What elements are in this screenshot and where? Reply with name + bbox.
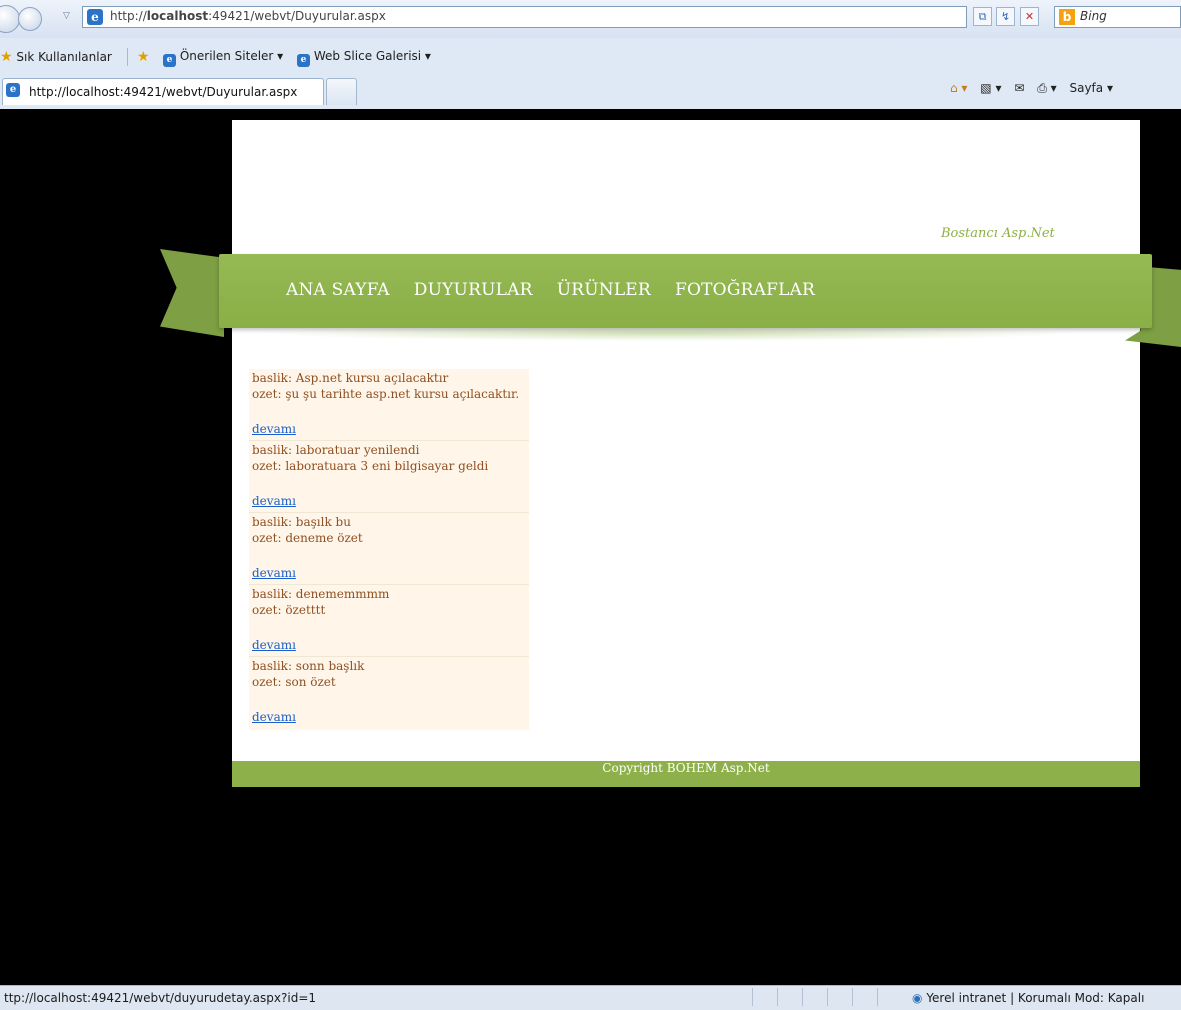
announcement-summary: ozet: son özet xyxy=(252,675,336,689)
status-url: ttp://localhost:49421/webvt/duyurudetay.… xyxy=(4,991,317,1005)
ie-icon: e xyxy=(163,54,176,67)
divider xyxy=(127,48,128,66)
web-slice-gallery-link[interactable]: e Web Slice Galerisi ▾ xyxy=(297,49,431,67)
announcement-summary: ozet: deneme özet xyxy=(252,531,363,545)
mail-icon[interactable]: ✉ xyxy=(1014,81,1024,95)
list-item: baslik: Asp.net kursu açılacaktır ozet: … xyxy=(249,369,529,441)
announcement-summary: ozet: özetttt xyxy=(252,603,326,617)
footer: Copyright BOHEM Asp.Net xyxy=(232,761,1140,787)
read-more-link[interactable]: devamı xyxy=(252,494,296,508)
tab-row: e http://localhost:49421/webvt/Duyurular… xyxy=(0,75,1181,107)
print-icon[interactable]: ⎙ ▾ xyxy=(1037,81,1056,95)
read-more-link[interactable]: devamı xyxy=(252,638,296,652)
new-tab-button[interactable] xyxy=(326,78,357,105)
announcement-title: baslik: başılk bu xyxy=(252,515,351,529)
announcement-summary: ozet: laboratuara 3 eni bilgisayar geldi xyxy=(252,459,489,473)
url-text[interactable]: http://localhost:49421/webvt/Duyurular.a… xyxy=(110,9,386,23)
site-title: Bostancı Asp.Net xyxy=(941,226,1055,241)
browser-chrome: ▽ e http://localhost:49421/webvt/Duyurul… xyxy=(0,0,1181,109)
address-row: ▽ e http://localhost:49421/webvt/Duyurul… xyxy=(0,0,1181,38)
tab-active[interactable]: e http://localhost:49421/webvt/Duyurular… xyxy=(2,78,324,105)
menu-item-ana-sayfa[interactable]: ANA SAYFA xyxy=(286,280,390,300)
security-zone[interactable]: ◉ Yerel intranet | Korumalı Mod: Kapalı xyxy=(912,991,1144,1005)
announcement-list: baslik: Asp.net kursu açılacaktır ozet: … xyxy=(249,369,529,730)
read-more-link[interactable]: devamı xyxy=(252,566,296,580)
ie-icon: e xyxy=(6,83,20,97)
favorites-bar: ★ Sık Kullanılanlar ★ e Önerilen Siteler… xyxy=(0,43,1181,71)
ie-icon: e xyxy=(297,54,310,67)
search-box[interactable]: b Bing xyxy=(1054,6,1181,28)
tab-title: http://localhost:49421/webvt/Duyurular.a… xyxy=(29,85,298,99)
menu-item-fotograflar[interactable]: FOTOĞRAFLAR xyxy=(675,280,815,300)
announcement-summary: ozet: şu şu tarihte asp.net kursu açılac… xyxy=(252,387,520,401)
list-item: baslik: laboratuar yenilendi ozet: labor… xyxy=(249,441,529,513)
ie-icon: e xyxy=(87,9,103,25)
address-bar[interactable]: e http://localhost:49421/webvt/Duyurular… xyxy=(82,6,1037,28)
refresh-icon[interactable]: ↯ xyxy=(996,7,1015,26)
page-menu[interactable]: Sayfa ▾ xyxy=(1069,81,1113,95)
nav-ribbon: ANA SAYFA DUYURULAR ÜRÜNLER FOTOĞRAFLAR xyxy=(219,254,1152,328)
bing-icon: b xyxy=(1059,9,1075,25)
announcement-title: baslik: denememmmm xyxy=(252,587,390,601)
announcement-title: baslik: laboratuar yenilendi xyxy=(252,443,420,457)
forward-icon[interactable] xyxy=(18,7,42,31)
feeds-icon[interactable]: ▧ ▾ xyxy=(980,81,1001,95)
menu-item-duyurular[interactable]: DUYURULAR xyxy=(414,280,533,300)
home-icon[interactable]: ⌂ ▾ xyxy=(950,81,967,95)
list-item: baslik: sonn başlık ozet: son özet devam… xyxy=(249,657,529,729)
status-panels xyxy=(752,988,902,1008)
read-more-link[interactable]: devamı xyxy=(252,710,296,724)
globe-icon: ◉ xyxy=(912,991,923,1005)
status-bar: ttp://localhost:49421/webvt/duyurudetay.… xyxy=(0,985,1181,1010)
read-more-link[interactable]: devamı xyxy=(252,422,296,436)
back-icon[interactable] xyxy=(0,5,20,33)
recent-pages-dropdown-icon[interactable]: ▽ xyxy=(63,11,70,21)
announcement-title: baslik: Asp.net kursu açılacaktır xyxy=(252,371,449,385)
search-placeholder[interactable]: Bing xyxy=(1080,9,1107,23)
favorites-button[interactable]: ★ Sık Kullanılanlar xyxy=(0,49,112,65)
stop-icon[interactable]: ✕ xyxy=(1020,7,1039,26)
compat-icon[interactable]: ⧉ xyxy=(973,7,992,26)
list-item: baslik: başılk bu ozet: deneme özet deva… xyxy=(249,513,529,585)
main-menu: ANA SAYFA DUYURULAR ÜRÜNLER FOTOĞRAFLAR xyxy=(286,280,834,300)
menu-item-urunler[interactable]: ÜRÜNLER xyxy=(557,280,651,300)
list-item: baslik: denememmmm ozet: özetttt devamı xyxy=(249,585,529,657)
suggested-sites-link[interactable]: e Önerilen Siteler ▾ xyxy=(163,49,283,67)
add-favorite-icon[interactable]: ★ xyxy=(137,49,150,65)
announcement-title: baslik: sonn başlık xyxy=(252,659,365,673)
command-bar: ⌂ ▾ ▧ ▾ ✉ ⎙ ▾ Sayfa ▾ xyxy=(950,81,1122,96)
favorites-star-icon: ★ xyxy=(0,49,13,65)
